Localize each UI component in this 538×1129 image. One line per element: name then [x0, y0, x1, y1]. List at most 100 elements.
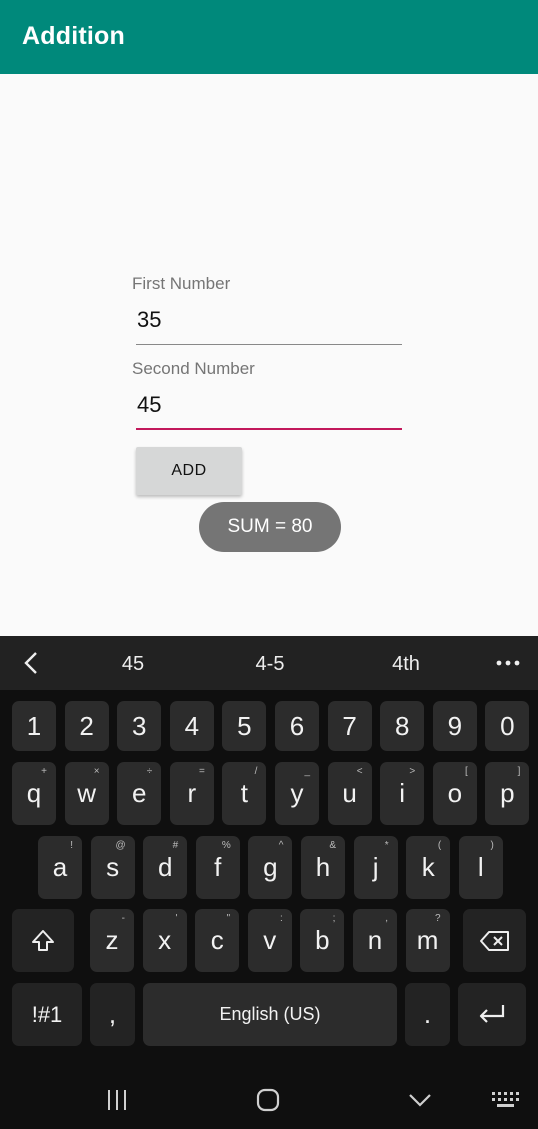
key-l[interactable]: l)	[458, 836, 503, 899]
backspace-key[interactable]	[463, 909, 526, 972]
key-a-alt-label: !	[70, 840, 73, 851]
second-number-value: 45	[137, 392, 162, 417]
key-p-label: p	[500, 778, 515, 808]
key-v[interactable]: v:	[247, 909, 292, 972]
system-nav-bar	[0, 1074, 538, 1129]
key-h[interactable]: h &	[301, 836, 345, 899]
symbols-key[interactable]: !#1	[12, 983, 82, 1046]
key-f-label: f	[214, 852, 222, 882]
suggestion-2[interactable]: 4-5	[230, 653, 310, 676]
key-t[interactable]: t /	[222, 762, 267, 825]
key-v-label: v	[263, 925, 277, 955]
key-y[interactable]: y _	[275, 762, 319, 825]
first-number-field[interactable]: 35	[136, 305, 402, 345]
hide-keyboard-icon[interactable]	[406, 1088, 434, 1112]
key-r-alt-label: =	[198, 766, 205, 777]
key-b-label: b	[315, 925, 330, 955]
key-l-label: l	[477, 852, 484, 882]
keyboard: 45 4-5 4th !#1 , English (US) . 12345678…	[0, 636, 538, 1129]
key-q-label: q	[26, 778, 42, 808]
second-number-label: Second Number	[132, 359, 255, 378]
key-h-alt-label: &	[329, 840, 336, 851]
suggestion-bar: 45 4-5 4th	[0, 636, 538, 690]
key-5[interactable]: 5	[222, 701, 267, 751]
key-9[interactable]: 9	[432, 701, 477, 751]
key-8[interactable]: 8	[380, 701, 425, 751]
space-key[interactable]: English (US)	[143, 983, 397, 1046]
key-s-alt-label: @	[115, 840, 126, 851]
key-w[interactable]: w ×	[64, 762, 109, 825]
key-3-label: 3	[131, 710, 147, 741]
key-q[interactable]: q +	[12, 762, 56, 825]
key-x-label: x	[158, 925, 172, 955]
key-f[interactable]: f%	[195, 836, 240, 899]
key-s[interactable]: s @	[90, 836, 135, 899]
key-0-label: 0	[500, 710, 515, 741]
key-u[interactable]: u <	[327, 762, 372, 825]
first-number-underline	[136, 344, 402, 345]
key-s-label: s	[106, 852, 120, 882]
key-p[interactable]: p]	[485, 762, 530, 825]
key-j[interactable]: j *	[353, 836, 398, 899]
key-w-label: w	[77, 778, 96, 808]
key-4[interactable]: 4	[169, 701, 214, 751]
key-b[interactable]: b;	[300, 909, 345, 972]
suggestion-3[interactable]: 4th	[366, 653, 446, 676]
key-6[interactable]: 6	[275, 701, 319, 751]
key-r[interactable]: r =	[169, 762, 214, 825]
chevron-left-icon[interactable]	[20, 650, 44, 676]
key-n[interactable]: n,	[353, 909, 397, 972]
key-z[interactable]: z-	[90, 909, 134, 972]
key-2[interactable]: 2	[64, 701, 109, 751]
add-button[interactable]: ADD	[136, 447, 242, 495]
key-3[interactable]: 3	[117, 701, 162, 751]
comma-key[interactable]: ,	[90, 983, 135, 1046]
key-w-alt-label: ×	[93, 766, 100, 777]
key-a[interactable]: a!	[38, 836, 82, 899]
key-k-alt-label: (	[437, 840, 442, 851]
key-h-label: h	[315, 852, 331, 882]
key-6-label: 6	[289, 710, 305, 741]
recents-icon[interactable]	[104, 1088, 130, 1112]
key-d-alt-label: #	[172, 840, 179, 851]
shift-key[interactable]	[12, 909, 74, 972]
key-k[interactable]: k(	[406, 836, 451, 899]
key-2-label: 2	[79, 710, 94, 741]
key-j-label: j	[372, 852, 379, 882]
app-title: Addition	[22, 22, 125, 50]
key-d[interactable]: d #	[143, 836, 188, 899]
key-r-label: r	[187, 778, 197, 808]
key-c[interactable]: c "	[195, 909, 240, 972]
key-1[interactable]: 1	[12, 701, 56, 751]
period-key[interactable]: .	[405, 983, 450, 1046]
key-j-alt-label: *	[384, 840, 389, 851]
key-7[interactable]: 7	[327, 701, 372, 751]
key-f-alt-label: %	[221, 840, 231, 851]
key-a-label: a	[52, 852, 68, 882]
key-b-alt-label: ;	[332, 913, 336, 924]
key-g[interactable]: g ^	[248, 836, 293, 899]
key-0[interactable]: 0	[485, 701, 530, 751]
first-number-value: 35	[137, 307, 162, 332]
key-o[interactable]: o[	[432, 762, 477, 825]
home-icon[interactable]	[255, 1087, 281, 1113]
key-m[interactable]: m?	[405, 909, 450, 972]
key-c-label: c	[210, 925, 224, 955]
key-i[interactable]: i >	[380, 762, 425, 825]
key-n-label: n	[367, 925, 383, 955]
suggestion-1[interactable]: 45	[93, 653, 173, 676]
key-q-alt-label: +	[41, 766, 47, 777]
keyboard-icon[interactable]	[490, 1089, 520, 1111]
key-x[interactable]: x '	[142, 909, 187, 972]
more-horizontal-icon[interactable]	[494, 652, 522, 674]
key-l-alt-label: )	[490, 840, 494, 851]
key-g-alt-label: ^	[278, 840, 284, 851]
key-v-alt-label: :	[280, 913, 283, 924]
key-e[interactable]: e ÷	[117, 762, 162, 825]
key-k-label: k	[421, 852, 435, 882]
enter-key[interactable]	[458, 983, 526, 1046]
shift-icon	[32, 929, 54, 951]
key-n-alt-label: ,	[385, 913, 388, 924]
key-e-alt-label: ÷	[146, 766, 153, 777]
second-number-field[interactable]: 45	[136, 390, 402, 430]
